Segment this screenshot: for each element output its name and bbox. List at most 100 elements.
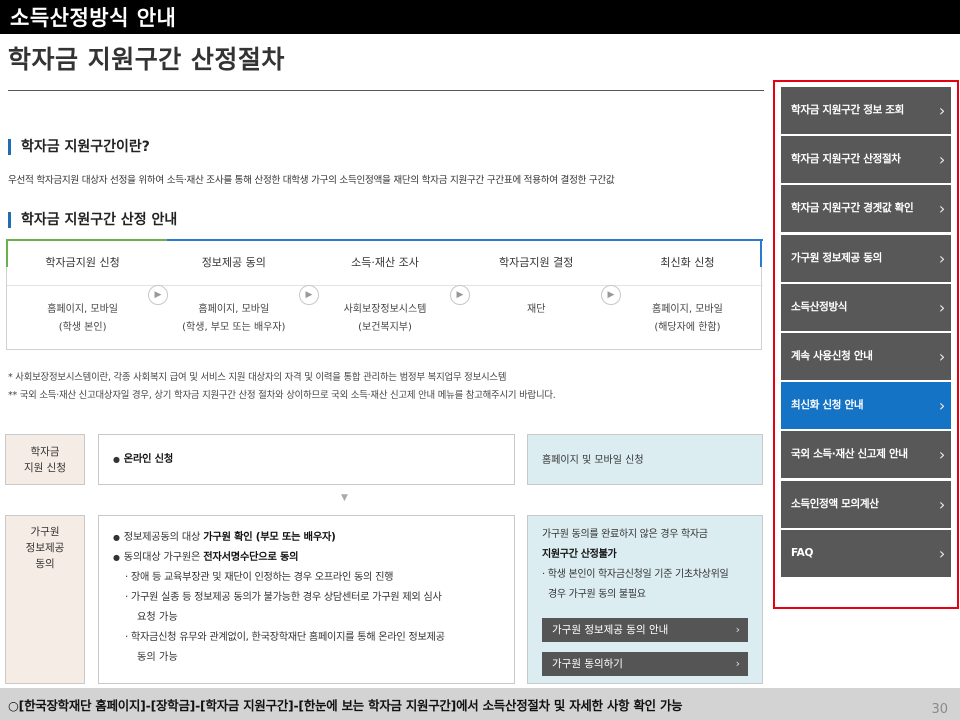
step-head-decision: 학자금지원 결정	[499, 256, 574, 269]
consent-side: 가구원 동의를 완료하지 않은 경우 학자금 지원구간 산정불가 · 학생 본인…	[527, 515, 763, 684]
step-channel: 홈페이지, 모바일	[198, 304, 270, 315]
menu-item[interactable]: 소득인정액 모의계산 ›	[781, 481, 951, 528]
consent-label-line: 가구원	[30, 526, 60, 538]
process-steps: 학자금지원 신청 정보제공 동의 소득·재산 조사 학자금지원 결정 최신화 신…	[6, 239, 763, 350]
footer-text: ○[한국장학재단 홈페이지]-[장학금]-[학자금 지원구간]-[한눈에 보는 …	[8, 698, 683, 713]
consent-side-line: 경우 가구원 동의 불필요	[548, 589, 646, 600]
menu-item-label: 학자금 지원구간 정보 조회	[791, 104, 905, 116]
definition-text: 우선적 학자금지원 대상자 선정을 위하여 소득·재산 조사를 통해 산정한 대…	[8, 175, 615, 186]
consent-content: ● 정보제공동의 대상 가구원 확인 (부모 또는 배우자) ● 동의대상 가구원은…	[98, 515, 515, 684]
top-banner: 소득산정방식 안내	[0, 0, 960, 34]
chevron-right-icon: ›	[938, 101, 945, 120]
step-subject: (학생, 부모 또는 배우자)	[182, 322, 286, 333]
chevron-right-icon: ›	[938, 445, 945, 464]
play-arrow-icon: ▶	[299, 285, 319, 305]
step-channel: 홈페이지, 모바일	[652, 304, 723, 315]
consent-subitem: · 장애 등 교육부장관 및 재단이 인정하는 경우 오프라인 동의 진행	[125, 572, 394, 583]
step-channel: 사회보장정보시스템	[343, 304, 427, 315]
consent-do-label: 가구원 동의하기	[552, 658, 623, 670]
menu-item-label: 가구원 정보제공 동의	[791, 252, 882, 264]
chevron-right-icon: ›	[938, 544, 945, 563]
consent-subitem: · 학자금신청 유무와 관계없이, 한국장학재단 홈페이지를 통해 온라인 정보…	[125, 632, 445, 643]
chevron-right-icon: ›	[938, 396, 945, 415]
menu-item-label: 소득인정액 모의계산	[791, 498, 879, 510]
down-arrow-icon: ▼	[341, 493, 348, 503]
apply-bullet: ● 온라인 신청	[99, 450, 514, 470]
step-subject: (학생 본인)	[58, 322, 107, 333]
chevron-right-icon: ›	[938, 249, 945, 268]
consent-bullet: ● 정보제공동의 대상 가구원 확인 (부모 또는 배우자)	[99, 528, 514, 548]
consent-bullet-text: 동의대상 가구원은	[123, 552, 204, 563]
menu-item[interactable]: 계속 사용신청 안내 ›	[781, 333, 951, 380]
banner-title: 소득산정방식 안내	[10, 6, 177, 30]
menu-item-label: 최신화 신청 안내	[791, 399, 864, 411]
apply-label-line: 학자금	[30, 446, 60, 458]
step-body-investigation: 사회보장정보시스템 (보건복지부)	[309, 287, 460, 349]
consent-bullet-strong: 가구원 확인 (부모 또는 배우자)	[203, 532, 336, 543]
step-channel: 재단	[527, 304, 546, 315]
chevron-right-icon: ›	[938, 150, 945, 169]
title-divider	[8, 90, 764, 91]
menu-item[interactable]: 소득산정방식 ›	[781, 284, 951, 331]
consent-guide-button[interactable]: 가구원 정보제공 동의 안내 ›	[542, 618, 748, 642]
consent-subitem-text: 가구원 실종 등 정보제공 동의가 불가능한 경우 상담센터로 가구원 제외 심…	[130, 592, 442, 603]
menu-item[interactable]: 학자금 지원구간 정보 조회 ›	[781, 87, 951, 134]
consent-subitem-text: 장애 등 교육부장관 및 재단이 인정하는 경우 오프라인 동의 진행	[130, 572, 394, 583]
menu-item[interactable]: 최신화 신청 안내 ›	[781, 382, 951, 429]
menu-item-label: 계속 사용신청 안내	[791, 350, 873, 362]
consent-bullet: ● 동의대상 가구원은 전자서명수단으로 동의	[99, 548, 514, 568]
menu-item[interactable]: 학자금 지원구간 산정절차 ›	[781, 136, 951, 183]
chevron-right-icon: ›	[938, 199, 945, 218]
consent-side-line: 지원구간 산정불가	[542, 549, 617, 560]
menu-item-label: 학자금 지원구간 경곗값 확인	[791, 202, 914, 214]
section-title-process: 학자금 지원구간 산정 안내	[8, 212, 177, 228]
menu-item-label: 국외 소득·재산 신고제 안내	[791, 448, 908, 460]
consent-side-line: 가구원 동의를 완료하지 않은 경우 학자금	[542, 529, 708, 540]
apply-label-line: 지원 신청	[24, 462, 66, 474]
consent-subitem-text: 학자금신청 유무와 관계없이, 한국장학재단 홈페이지를 통해 온라인 정보제공	[130, 632, 445, 643]
apply-label: 학자금 지원 신청	[5, 434, 85, 485]
consent-subitem-cont: 요청 가능	[137, 612, 178, 623]
page-title: 학자금 지원구간 산정절차	[8, 45, 285, 74]
chevron-right-icon: ›	[938, 347, 945, 366]
bullet-icon: ●	[113, 553, 120, 562]
menu-item[interactable]: 가구원 정보제공 동의 ›	[781, 235, 951, 282]
menu-item[interactable]: FAQ ›	[781, 530, 951, 577]
step-head-consent: 정보제공 동의	[201, 256, 266, 269]
play-arrow-icon: ▶	[601, 285, 621, 305]
consent-do-button[interactable]: 가구원 동의하기 ›	[542, 652, 748, 676]
bullet-icon: ●	[113, 533, 120, 542]
chevron-right-icon: ›	[938, 298, 945, 317]
step-body-decision: 재단	[461, 287, 612, 349]
step-subject: (해당자에 한함)	[654, 322, 721, 333]
consent-label-line: 동의	[35, 558, 55, 570]
step-head-update: 최신화 신청	[660, 256, 715, 269]
step-head-investigation: 소득·재산 조사	[351, 256, 419, 269]
apply-side: 홈페이지 및 모바일 신청	[527, 434, 763, 485]
step-channel: 홈페이지, 모바일	[47, 304, 118, 315]
apply-bullet-text: 온라인 신청	[123, 454, 173, 465]
apply-content: ● 온라인 신청	[98, 434, 515, 485]
menu-item-label: 학자금 지원구간 산정절차	[791, 153, 901, 165]
consent-side-line: · 학생 본인이 학자금신청일 기준 기초차상위일	[542, 569, 729, 580]
consent-guide-label: 가구원 정보제공 동의 안내	[552, 624, 669, 636]
consent-bullet-text: 정보제공동의 대상	[123, 532, 204, 543]
menu-item-label: FAQ	[791, 547, 814, 559]
play-arrow-icon: ▶	[450, 285, 470, 305]
page-number: 30	[931, 702, 948, 717]
steps-header-row: 학자금지원 신청 정보제공 동의 소득·재산 조사 학자금지원 결정 최신화 신…	[7, 241, 763, 286]
steps-body-row: 홈페이지, 모바일 (학생 본인) 홈페이지, 모바일 (학생, 부모 또는 배…	[7, 287, 763, 349]
consent-label: 가구원 정보제공 동의	[5, 515, 85, 684]
bullet-icon: ●	[113, 455, 120, 464]
menu-item-label: 소득산정방식	[791, 301, 848, 313]
menu-item[interactable]: 학자금 지원구간 경곗값 확인 ›	[781, 185, 951, 232]
consent-label-line: 정보제공	[25, 542, 65, 554]
consent-bullet-strong: 전자서명수단으로 동의	[203, 552, 299, 563]
section-title-definition: 학자금 지원구간이란?	[8, 139, 150, 155]
menu-item[interactable]: 국외 소득·재산 신고제 안내 ›	[781, 431, 951, 478]
footer-bar: ○[한국장학재단 홈페이지]-[장학금]-[학자금 지원구간]-[한눈에 보는 …	[0, 688, 960, 720]
chevron-right-icon: ›	[735, 657, 740, 670]
footnote-overseas: ** 국외 소득·재산 신고대상자일 경우, 상기 학자금 지원구간 산정 절차…	[8, 390, 556, 401]
footnote-system: * 사회보장정보시스템이란, 각종 사회복지 급여 및 서비스 지원 대상자의 …	[8, 372, 507, 383]
consent-side-line-text: 학생 본인이 학자금신청일 기준 기초차상위일	[547, 569, 729, 580]
